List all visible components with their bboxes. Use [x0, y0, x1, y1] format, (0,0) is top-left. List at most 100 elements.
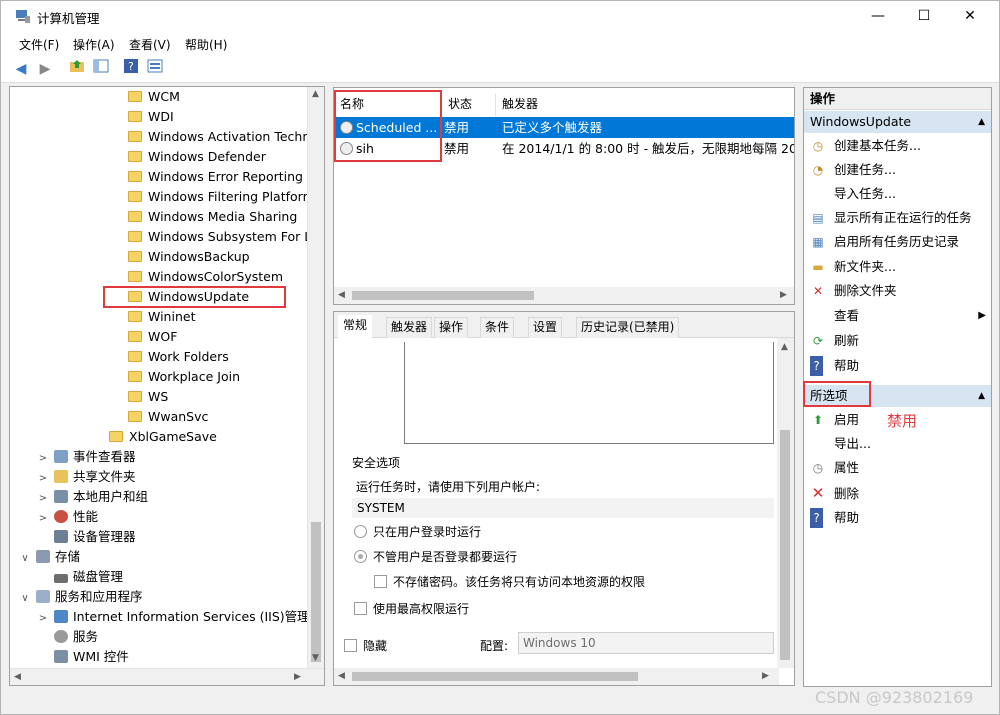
- column-header-triggers[interactable]: 触发器: [496, 94, 794, 116]
- expand-icon[interactable]: >: [36, 609, 50, 629]
- tree-folder-windows-activation[interactable]: Windows Activation Technc: [128, 127, 317, 147]
- forward-icon[interactable]: ▶: [35, 59, 55, 79]
- details-horizontal-scrollbar[interactable]: ◀ ▶: [334, 668, 779, 685]
- menu-action[interactable]: 操作(A): [73, 36, 115, 53]
- scroll-up-icon[interactable]: ▲: [312, 89, 319, 99]
- action-properties[interactable]: ◷ 属性: [810, 458, 859, 478]
- tree-node-services[interactable]: 服务: [54, 627, 98, 647]
- menu-view[interactable]: 查看(V): [129, 36, 171, 53]
- action-enable[interactable]: ⬆ 启用: [810, 410, 859, 430]
- checkbox-no-store-password[interactable]: 不存储密码。该任务将只有访问本地资源的权限: [374, 573, 645, 590]
- action-refresh[interactable]: ⟳ 刷新: [810, 331, 859, 351]
- tab-conditions[interactable]: 条件: [480, 317, 515, 338]
- tree-horizontal-scrollbar[interactable]: ◀ ▶: [10, 668, 324, 685]
- tree-folder-windows-defender[interactable]: Windows Defender: [128, 147, 266, 167]
- help-icon[interactable]: ?: [121, 59, 141, 79]
- radio-button[interactable]: [354, 550, 367, 563]
- scroll-right-icon[interactable]: ▶: [294, 672, 301, 682]
- tab-actions[interactable]: 操作: [434, 317, 469, 338]
- radio-run-whether-logged-on[interactable]: 不管用户是否登录都要运行: [354, 548, 517, 565]
- details-scroll-thumb[interactable]: [780, 430, 790, 660]
- scroll-right-icon[interactable]: ▶: [762, 671, 769, 681]
- checkbox[interactable]: [374, 575, 387, 588]
- tree-folder-workplace-join[interactable]: Workplace Join: [128, 367, 240, 387]
- section-header-windowsupdate[interactable]: WindowsUpdate ▲: [804, 111, 991, 133]
- action-help-selected[interactable]: ? 帮助: [810, 508, 859, 528]
- tasklist-scroll-thumb[interactable]: [352, 291, 534, 300]
- collapse-icon[interactable]: ▲: [978, 385, 985, 407]
- collapse-icon[interactable]: ▲: [978, 111, 985, 133]
- maximize-button[interactable]: ☐: [901, 1, 947, 31]
- tree-scroll-thumb[interactable]: [311, 522, 321, 662]
- collapse-icon[interactable]: ∨: [18, 549, 32, 569]
- checkbox-hidden[interactable]: 隐藏: [344, 637, 387, 654]
- tree-folder-work-folders[interactable]: Work Folders: [128, 347, 229, 367]
- tree-folder-wof[interactable]: WOF: [128, 327, 177, 347]
- tree-node-wmi[interactable]: WMI 控件: [54, 647, 129, 667]
- tree-node-performance[interactable]: > 性能: [36, 507, 98, 527]
- expand-icon[interactable]: >: [36, 509, 50, 529]
- action-delete-folder[interactable]: ✕ 删除文件夹: [810, 281, 897, 301]
- tree-node-iis[interactable]: > Internet Information Services (IIS)管理器: [36, 607, 322, 627]
- menu-help[interactable]: 帮助(H): [185, 36, 227, 53]
- expand-icon[interactable]: >: [36, 449, 50, 469]
- close-button[interactable]: ✕: [947, 1, 993, 31]
- column-header-name[interactable]: 名称: [334, 94, 442, 116]
- show-tree-icon[interactable]: [91, 59, 111, 79]
- scroll-left-icon[interactable]: ◀: [338, 671, 345, 681]
- section-header-selected-item[interactable]: 所选项 ▲: [804, 385, 991, 407]
- tree-vertical-scrollbar[interactable]: ▲ ▼: [307, 87, 324, 669]
- tree-node-services-apps[interactable]: ∨ 服务和应用程序: [18, 587, 142, 609]
- tab-settings[interactable]: 设置: [528, 317, 563, 338]
- task-row-scheduled[interactable]: Scheduled ... 禁用 已定义多个触发器: [334, 117, 794, 138]
- scroll-left-icon[interactable]: ◀: [338, 290, 345, 300]
- back-icon[interactable]: ◀: [11, 59, 31, 79]
- action-create-task[interactable]: ◔ 创建任务...: [810, 160, 896, 180]
- tasklist-horizontal-scrollbar[interactable]: ◀ ▶: [334, 287, 794, 304]
- tree-folder-windows-media-sharing[interactable]: Windows Media Sharing: [128, 207, 297, 227]
- checkbox[interactable]: [344, 639, 357, 652]
- action-help[interactable]: ? 帮助: [810, 356, 859, 376]
- tree-folder-wcm[interactable]: WCM: [128, 87, 180, 107]
- column-header-status[interactable]: 状态: [442, 94, 496, 116]
- action-view[interactable]: 查看 ▶: [810, 306, 986, 326]
- radio-button[interactable]: [354, 525, 367, 538]
- checkbox-highest-privileges[interactable]: 使用最高权限运行: [354, 600, 469, 617]
- up-folder-icon[interactable]: [67, 59, 87, 79]
- tree-folder-wininet[interactable]: Wininet: [128, 307, 195, 327]
- details-scroll-thumb-h[interactable]: [352, 672, 638, 681]
- minimize-button[interactable]: —: [855, 1, 901, 31]
- radio-logged-on-only[interactable]: 只在用户登录时运行: [354, 523, 481, 540]
- task-row-sih[interactable]: sih 禁用 在 2014/1/1 的 8:00 时 - 触发后，无限期地每隔 …: [334, 138, 794, 159]
- tree-node-device-manager[interactable]: 设备管理器: [54, 527, 136, 547]
- tree-node-shared-folders[interactable]: > 共享文件夹: [36, 467, 136, 487]
- tab-triggers[interactable]: 触发器: [386, 317, 433, 338]
- tree-node-event-viewer[interactable]: > 事件查看器: [36, 447, 136, 467]
- details-vertical-scrollbar[interactable]: ▲: [777, 338, 794, 668]
- scroll-down-icon[interactable]: ▼: [312, 653, 319, 663]
- tree-folder-windows-subsystem[interactable]: Windows Subsystem For Lir: [128, 227, 320, 247]
- checkbox[interactable]: [354, 602, 367, 615]
- tree-node-disk-management[interactable]: 磁盘管理: [54, 567, 123, 587]
- tree-folder-windows-error-reporting[interactable]: Windows Error Reporting: [128, 167, 303, 187]
- tree-folder-windows-update[interactable]: WindowsUpdate: [128, 287, 249, 307]
- action-delete[interactable]: ✕ 删除: [810, 483, 859, 503]
- tab-history[interactable]: 历史记录(已禁用): [576, 317, 680, 338]
- tree-node-storage[interactable]: ∨ 存储: [18, 547, 80, 567]
- action-enable-history[interactable]: ▦ 启用所有任务历史记录: [810, 232, 959, 252]
- tree-folder-windows-filtering-platform[interactable]: Windows Filtering Platform: [128, 187, 315, 207]
- tree-node-local-users[interactable]: > 本地用户和组: [36, 487, 148, 507]
- scroll-up-icon[interactable]: ▲: [781, 342, 788, 352]
- tree-folder-wwansvc[interactable]: WwanSvc: [128, 407, 208, 427]
- description-box[interactable]: [404, 342, 774, 444]
- tree-folder-windows-backup[interactable]: WindowsBackup: [128, 247, 250, 267]
- collapse-icon[interactable]: ∨: [18, 589, 32, 609]
- action-export[interactable]: 导出...: [810, 434, 871, 454]
- menu-file[interactable]: 文件(F): [19, 36, 59, 53]
- scroll-left-icon[interactable]: ◀: [14, 672, 21, 682]
- action-show-running[interactable]: ▤ 显示所有正在运行的任务: [810, 208, 971, 228]
- action-create-basic-task[interactable]: ◷ 创建基本任务...: [810, 136, 921, 156]
- config-select[interactable]: Windows 10: [518, 632, 774, 654]
- expand-icon[interactable]: >: [36, 489, 50, 509]
- tree-folder-wdi[interactable]: WDI: [128, 107, 174, 127]
